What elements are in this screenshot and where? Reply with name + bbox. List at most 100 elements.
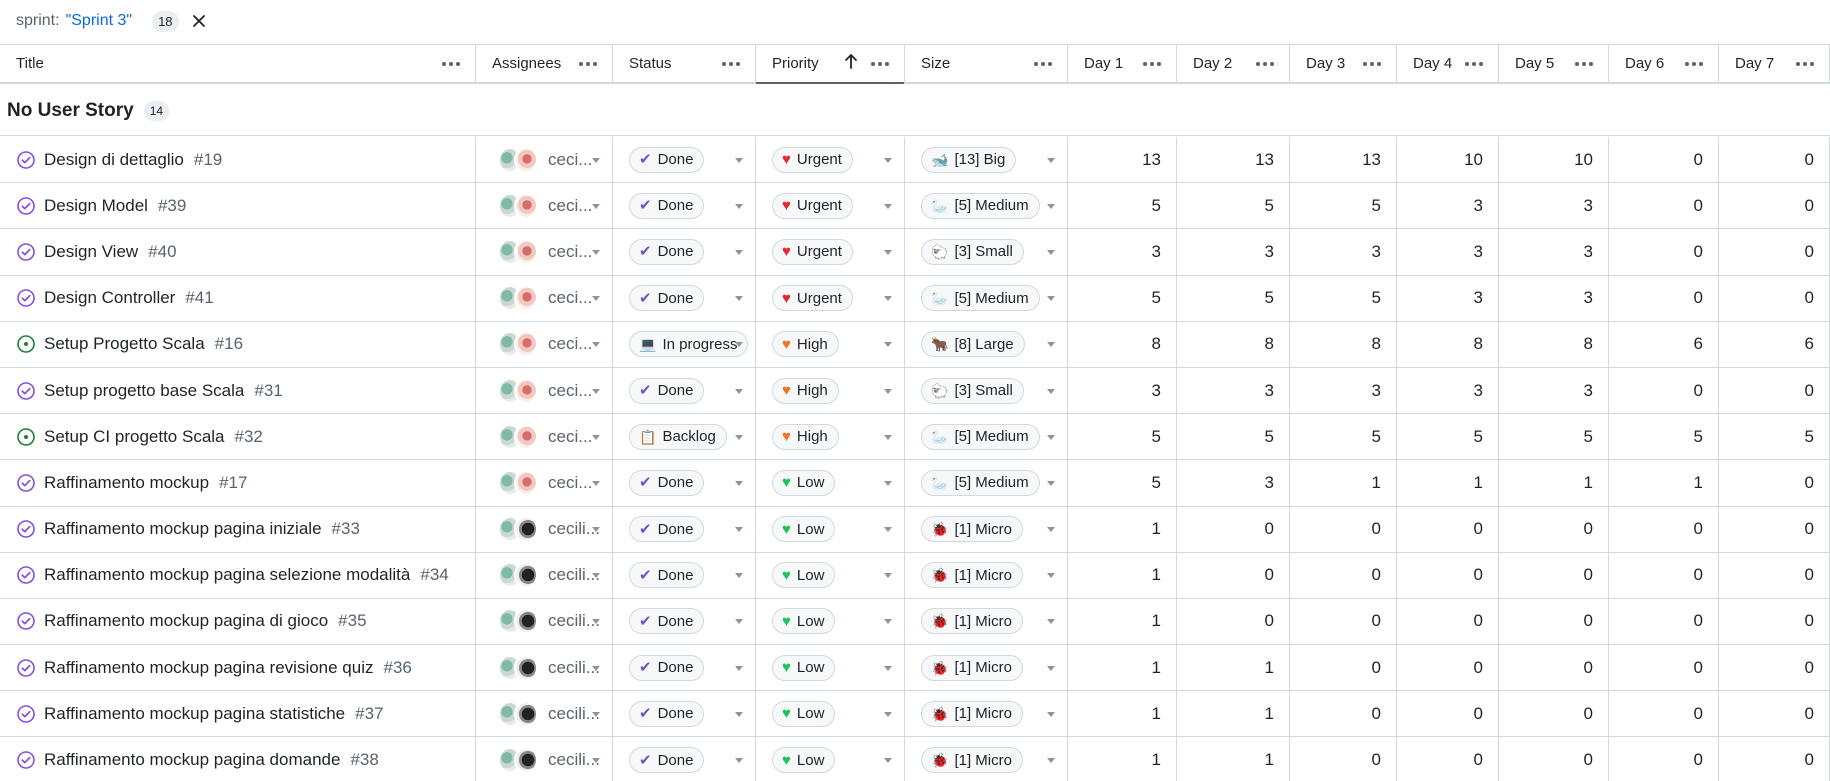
table-row[interactable]: Raffinamento mockup pagina di gioco #35 ce… bbox=[0, 598, 1830, 646]
day-5-cell[interactable]: 8 bbox=[1499, 321, 1609, 367]
priority-pill[interactable]: ♥ Urgent bbox=[772, 285, 853, 312]
size-pill[interactable]: 🦢 [5] Medium bbox=[921, 192, 1040, 219]
day-7-cell[interactable]: 0 bbox=[1719, 367, 1830, 414]
day-7-cell[interactable]: 0 bbox=[1719, 552, 1830, 598]
size-pill[interactable]: 🐑 [3] Small bbox=[921, 238, 1024, 265]
day-2-cell[interactable]: 5 bbox=[1177, 414, 1290, 460]
priority-cell[interactable]: ♥ Urgent bbox=[756, 183, 905, 229]
size-pill[interactable]: 🐞 [1] Micro bbox=[921, 608, 1023, 635]
size-pill[interactable]: 🐞 [1] Micro bbox=[921, 562, 1023, 589]
status-pill[interactable]: ✔ Done bbox=[629, 285, 705, 312]
day-4-cell[interactable]: 0 bbox=[1397, 598, 1499, 645]
priority-cell[interactable]: ♥ High bbox=[756, 367, 905, 414]
status-pill[interactable]: ✔ Done bbox=[629, 700, 705, 727]
title-cell[interactable]: Raffinamento mockup pagina revisione qui… bbox=[0, 645, 476, 691]
priority-cell[interactable]: ♥ Urgent bbox=[756, 137, 905, 183]
status-pill[interactable]: ✔ Done bbox=[629, 747, 705, 774]
column-menu-icon[interactable] bbox=[1682, 54, 1706, 74]
size-cell[interactable]: 🐑 [3] Small bbox=[905, 229, 1068, 275]
size-cell[interactable]: 🐞 [1] Micro bbox=[905, 737, 1068, 781]
size-pill[interactable]: 🐞 [1] Micro bbox=[921, 747, 1023, 774]
day-7-cell[interactable]: 0 bbox=[1719, 645, 1830, 691]
chevron-down-icon[interactable] bbox=[884, 296, 892, 302]
day-6-cell[interactable]: 5 bbox=[1609, 414, 1719, 460]
day-1-cell[interactable]: 1 bbox=[1068, 506, 1177, 552]
chevron-down-icon[interactable] bbox=[735, 296, 743, 302]
day-3-cell[interactable]: 0 bbox=[1290, 598, 1397, 645]
day-3-cell[interactable]: 0 bbox=[1290, 737, 1397, 781]
day-1-cell[interactable]: 5 bbox=[1068, 414, 1177, 460]
chevron-down-icon[interactable] bbox=[1047, 619, 1055, 625]
size-cell[interactable]: 🐞 [1] Micro bbox=[905, 598, 1068, 645]
day-2-cell[interactable]: 3 bbox=[1177, 460, 1290, 506]
day-5-cell[interactable]: 0 bbox=[1499, 598, 1609, 645]
priority-cell[interactable]: ♥ High bbox=[756, 414, 905, 460]
table-row[interactable]: Design View #40 ceci... ✔ Done ♥ Urgent 🐑 [3] Sm… bbox=[0, 229, 1830, 276]
status-cell[interactable]: ✔ Done bbox=[613, 367, 756, 414]
day-5-cell[interactable]: 1 bbox=[1499, 460, 1609, 506]
chevron-down-icon[interactable] bbox=[592, 203, 600, 209]
day-7-cell[interactable]: 5 bbox=[1719, 414, 1830, 460]
status-pill[interactable]: ✔ Done bbox=[629, 654, 705, 681]
size-pill[interactable]: 🐞 [1] Micro bbox=[921, 654, 1023, 681]
day-1-cell[interactable]: 3 bbox=[1068, 367, 1177, 414]
chevron-down-icon[interactable] bbox=[884, 388, 892, 394]
day-6-cell[interactable]: 0 bbox=[1609, 737, 1719, 781]
table-row[interactable]: Raffinamento mockup #17 ceci... ✔ Done ♥ Low 🦢 [… bbox=[0, 460, 1830, 507]
chevron-down-icon[interactable] bbox=[884, 758, 892, 764]
priority-cell[interactable]: ♥ Low bbox=[756, 645, 905, 691]
status-cell[interactable]: ✔ Done bbox=[613, 645, 756, 691]
table-row[interactable]: Raffinamento mockup pagina revisione qui… bbox=[0, 645, 1830, 692]
day-5-cell[interactable]: 0 bbox=[1499, 552, 1609, 598]
day-5-cell[interactable]: 10 bbox=[1499, 137, 1609, 183]
status-pill[interactable]: ✔ Done bbox=[629, 608, 705, 635]
priority-pill[interactable]: ♥ High bbox=[772, 377, 839, 404]
day-2-cell[interactable]: 3 bbox=[1177, 367, 1290, 414]
column-menu-icon[interactable] bbox=[1031, 54, 1055, 74]
column-header-priority[interactable]: Priority bbox=[756, 45, 905, 84]
size-pill[interactable]: 🐑 [3] Small bbox=[921, 377, 1024, 404]
priority-pill[interactable]: ♥ Urgent bbox=[772, 146, 853, 173]
assignees-cell[interactable]: cecili... bbox=[476, 598, 613, 645]
chevron-down-icon[interactable] bbox=[592, 157, 600, 163]
column-header-assignees[interactable]: Assignees bbox=[476, 45, 613, 82]
chevron-down-icon[interactable] bbox=[884, 157, 892, 163]
assignees-cell[interactable]: ceci... bbox=[476, 460, 613, 506]
issue-title-link[interactable]: Design di dettaglio bbox=[44, 150, 184, 170]
chevron-down-icon[interactable] bbox=[1047, 249, 1055, 255]
day-6-cell[interactable]: 6 bbox=[1609, 321, 1719, 367]
chevron-down-icon[interactable] bbox=[735, 434, 743, 440]
status-cell[interactable]: ✔ Done bbox=[613, 506, 756, 552]
status-cell[interactable]: ✔ Done bbox=[613, 460, 756, 506]
day-4-cell[interactable]: 5 bbox=[1397, 414, 1499, 460]
title-cell[interactable]: Design di dettaglio #19 bbox=[0, 137, 476, 183]
column-header-day-3[interactable]: Day 3 bbox=[1290, 45, 1397, 82]
priority-pill[interactable]: ♥ Urgent bbox=[772, 192, 853, 219]
day-2-cell[interactable]: 0 bbox=[1177, 506, 1290, 552]
table-row[interactable]: Design Model #39 ceci... ✔ Done ♥ Urgent 🦢 [5] M… bbox=[0, 183, 1830, 230]
table-row[interactable]: Raffinamento mockup pagina statistiche #3… bbox=[0, 691, 1830, 738]
size-cell[interactable]: 🐞 [1] Micro bbox=[905, 691, 1068, 737]
chevron-down-icon[interactable] bbox=[884, 342, 892, 348]
status-cell[interactable]: ✔ Done bbox=[613, 552, 756, 598]
chevron-down-icon[interactable] bbox=[735, 249, 743, 255]
status-cell[interactable]: 📋 Backlog bbox=[613, 414, 756, 460]
table-row[interactable]: Setup CI progetto Scala #32 ceci... 📋 Backlo… bbox=[0, 414, 1830, 461]
status-cell[interactable]: ✔ Done bbox=[613, 183, 756, 229]
status-pill[interactable]: 💻 In progress bbox=[629, 331, 749, 358]
issue-title-link[interactable]: Setup progetto base Scala bbox=[44, 381, 244, 401]
day-6-cell[interactable]: 0 bbox=[1609, 552, 1719, 598]
issue-title-link[interactable]: Setup Progetto Scala bbox=[44, 334, 205, 354]
day-3-cell[interactable]: 0 bbox=[1290, 691, 1397, 737]
day-7-cell[interactable]: 0 bbox=[1719, 229, 1830, 275]
status-cell[interactable]: ✔ Done bbox=[613, 275, 756, 321]
title-cell[interactable]: Raffinamento mockup pagina domande #38 bbox=[0, 737, 476, 781]
chevron-down-icon[interactable] bbox=[735, 527, 743, 533]
priority-cell[interactable]: ♥ Low bbox=[756, 691, 905, 737]
chevron-down-icon[interactable] bbox=[1047, 296, 1055, 302]
day-2-cell[interactable]: 8 bbox=[1177, 321, 1290, 367]
size-cell[interactable]: 🦢 [5] Medium bbox=[905, 460, 1068, 506]
title-cell[interactable]: Design Model #39 bbox=[0, 183, 476, 229]
size-pill[interactable]: 🐂 [8] Large bbox=[921, 331, 1025, 358]
assignees-cell[interactable]: ceci... bbox=[476, 275, 613, 321]
